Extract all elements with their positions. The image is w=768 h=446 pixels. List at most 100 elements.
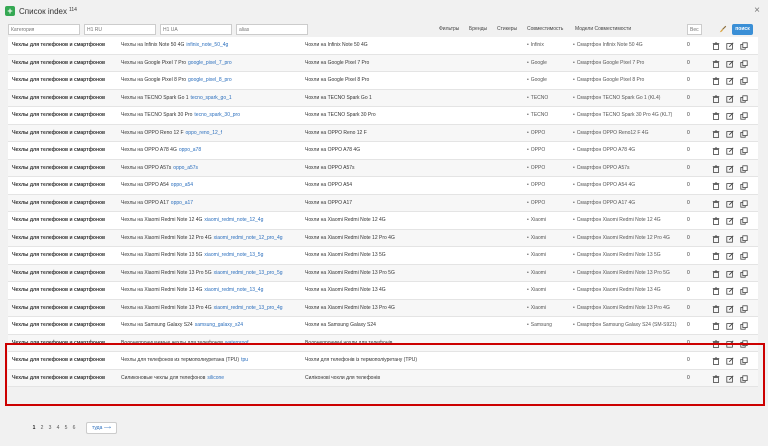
alias-link[interactable]: xiaomi_redmi_note_13_pro_4g <box>214 305 283 311</box>
copy-icon[interactable] <box>740 287 748 295</box>
copy-icon[interactable] <box>740 147 748 155</box>
trash-icon[interactable] <box>712 357 720 365</box>
edit-icon[interactable] <box>726 217 734 225</box>
copy-icon[interactable] <box>740 199 748 208</box>
trash-icon[interactable] <box>712 94 720 103</box>
edit-icon[interactable] <box>726 339 734 348</box>
alias-link[interactable]: tecno_spark_go_1 <box>191 95 232 101</box>
trash-icon[interactable] <box>712 42 720 50</box>
alias-link[interactable]: google_pixel_8_pro <box>188 77 232 83</box>
col-filters-header[interactable]: Фильтры <box>439 26 459 32</box>
alias-link[interactable]: tpu <box>241 357 248 363</box>
edit-icon[interactable] <box>726 199 734 208</box>
edit-icon[interactable] <box>726 129 734 138</box>
copy-icon[interactable] <box>740 94 748 103</box>
trash-icon[interactable] <box>712 269 720 278</box>
edit-icon[interactable] <box>726 357 734 365</box>
trash-icon[interactable] <box>712 322 720 330</box>
page-link[interactable]: 2 <box>38 425 46 431</box>
trash-icon[interactable] <box>712 234 720 243</box>
trash-icon[interactable] <box>712 374 720 383</box>
edit-icon[interactable] <box>726 287 734 295</box>
trash-icon[interactable] <box>712 59 720 68</box>
trash-icon[interactable] <box>712 252 720 260</box>
trash-icon[interactable] <box>712 112 720 120</box>
next-page-button[interactable]: туда ⟶ <box>86 422 117 434</box>
copy-icon[interactable] <box>740 322 748 330</box>
h1ru-filter-input[interactable] <box>84 24 156 35</box>
copy-icon[interactable] <box>740 269 748 278</box>
edit-icon[interactable] <box>726 42 734 50</box>
alias-link[interactable]: samsung_galaxy_s24 <box>195 322 243 328</box>
alias-link[interactable]: xiaomi_redmi_note_13_5g <box>204 252 263 258</box>
edit-icon[interactable] <box>726 322 734 330</box>
col-compat-header[interactable]: Совместимость <box>527 26 563 32</box>
search-button[interactable]: поиск <box>732 24 753 35</box>
page-link[interactable]: 1 <box>30 425 38 431</box>
edit-icon[interactable] <box>726 234 734 243</box>
edit-icon[interactable] <box>726 182 734 190</box>
alias-link[interactable]: oppo_a78 <box>179 147 201 153</box>
alias-link[interactable]: oppo_a57s <box>173 165 198 171</box>
h1ua-filter-input[interactable] <box>160 24 232 35</box>
edit-icon[interactable] <box>726 147 734 155</box>
weight-filter-input[interactable] <box>687 24 702 35</box>
edit-icon[interactable] <box>726 304 734 313</box>
alias-link[interactable]: oppo_a54 <box>171 182 193 188</box>
add-index-button[interactable]: + <box>5 6 15 16</box>
alias-link[interactable]: oppo_reno_12_f <box>186 130 222 136</box>
trash-icon[interactable] <box>712 77 720 85</box>
edit-icon[interactable] <box>726 59 734 68</box>
trash-icon[interactable] <box>712 304 720 313</box>
copy-icon[interactable] <box>740 252 748 260</box>
alias-link[interactable]: tecno_spark_30_pro <box>194 112 240 118</box>
copy-icon[interactable] <box>740 129 748 138</box>
trash-icon[interactable] <box>712 199 720 208</box>
col-brands-header[interactable]: Бренды <box>469 26 487 32</box>
edit-icon[interactable] <box>726 94 734 103</box>
copy-icon[interactable] <box>740 182 748 190</box>
page-link[interactable]: 4 <box>54 425 62 431</box>
col-models-header[interactable]: Модели Совместимости <box>575 26 631 32</box>
trash-icon[interactable] <box>712 217 720 225</box>
close-icon[interactable]: × <box>754 6 760 16</box>
alias-link[interactable]: xiaomi_redmi_note_13_4g <box>204 287 263 293</box>
alias-link[interactable]: xiaomi_redmi_note_13_pro_5g <box>214 270 283 276</box>
edit-icon[interactable] <box>726 374 734 383</box>
edit-icon[interactable] <box>726 112 734 120</box>
alias-link[interactable]: xiaomi_redmi_note_12_4g <box>204 217 263 223</box>
trash-icon[interactable] <box>712 147 720 155</box>
copy-icon[interactable] <box>740 59 748 68</box>
edit-icon[interactable] <box>726 164 734 173</box>
copy-icon[interactable] <box>740 374 748 383</box>
alias-link[interactable]: google_pixel_7_pro <box>188 60 232 66</box>
copy-icon[interactable] <box>740 339 748 348</box>
copy-icon[interactable] <box>740 217 748 225</box>
brush-icon[interactable] <box>719 25 727 35</box>
category-filter-input[interactable] <box>8 24 80 35</box>
copy-icon[interactable] <box>740 234 748 243</box>
trash-icon[interactable] <box>712 182 720 190</box>
alias-link[interactable]: infinix_note_50_4g <box>186 42 228 48</box>
alias-link[interactable]: waterproof <box>225 340 249 346</box>
copy-icon[interactable] <box>740 77 748 85</box>
copy-icon[interactable] <box>740 112 748 120</box>
trash-icon[interactable] <box>712 339 720 348</box>
copy-icon[interactable] <box>740 164 748 173</box>
trash-icon[interactable] <box>712 287 720 295</box>
col-stickers-header[interactable]: Стикеры <box>497 26 517 32</box>
copy-icon[interactable] <box>740 357 748 365</box>
page-link[interactable]: 6 <box>70 425 78 431</box>
trash-icon[interactable] <box>712 164 720 173</box>
page-link[interactable]: 3 <box>46 425 54 431</box>
edit-icon[interactable] <box>726 269 734 278</box>
alias-link[interactable]: xiaomi_redmi_note_12_pro_4g <box>214 235 283 241</box>
trash-icon[interactable] <box>712 129 720 138</box>
copy-icon[interactable] <box>740 42 748 50</box>
alias-filter-input[interactable] <box>236 24 308 35</box>
copy-icon[interactable] <box>740 304 748 313</box>
edit-icon[interactable] <box>726 252 734 260</box>
alias-link[interactable]: oppo_a17 <box>171 200 193 206</box>
edit-icon[interactable] <box>726 77 734 85</box>
page-link[interactable]: 5 <box>62 425 70 431</box>
